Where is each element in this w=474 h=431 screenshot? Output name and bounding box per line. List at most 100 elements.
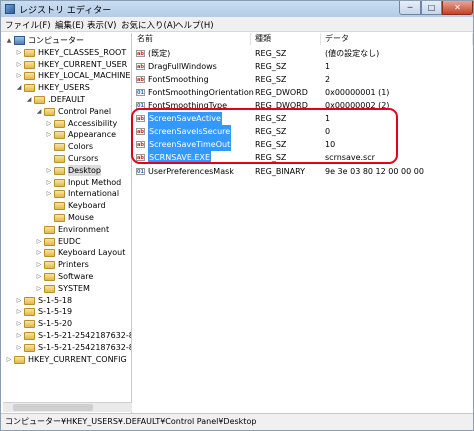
tree-item[interactable]: ▷ Desktop (3, 164, 131, 176)
tree-item[interactable]: Keyboard (3, 200, 131, 211)
tree-item-label: S-1-5-19 (38, 307, 73, 317)
tree-expander-icon[interactable]: ▲ (5, 35, 13, 46)
column-header-data[interactable]: データ (321, 33, 473, 45)
tree-item-label: Appearance (68, 130, 117, 140)
tree-item[interactable]: ▷ Accessibility (3, 118, 131, 129)
tree-expander-icon[interactable]: ▷ (15, 318, 23, 329)
value-row[interactable]: ab DragFullWindows REG_SZ 1 (133, 60, 473, 73)
string-value-icon: ab (136, 63, 145, 70)
tree-item-label: S-1-5-20 (38, 319, 73, 329)
folder-icon (54, 119, 65, 128)
tree-item[interactable]: ◢ HKEY_USERS (3, 82, 131, 93)
value-list[interactable]: 名前 種類 データ ab (既定) REG_SZ (値の設定なし) ab DragFull… (133, 33, 473, 413)
tree-expander-icon[interactable]: ▷ (45, 177, 53, 188)
highlight-annotation (131, 108, 398, 164)
tree-expander-icon[interactable]: ◢ (35, 106, 43, 117)
tree-item[interactable]: ▷ Software (3, 271, 131, 282)
tree-item-label: SYSTEM (58, 283, 90, 293)
tree-item[interactable]: ▷ Printers (3, 259, 131, 270)
folder-icon (44, 225, 55, 234)
folder-icon (24, 48, 35, 57)
tree-item[interactable]: ▷ S-1-5-21-2542187632-823 (3, 342, 131, 353)
tree-expander-icon[interactable]: ▷ (15, 59, 23, 70)
tree-item[interactable]: ▷ HKEY_CURRENT_CONFIG (3, 354, 131, 365)
tree-expander-icon[interactable]: ◢ (15, 82, 23, 93)
tree-item[interactable]: ▷ Keyboard Layout (3, 247, 131, 258)
tree-item-label: Mouse (68, 213, 94, 222)
tree-item[interactable]: Colors (3, 141, 131, 152)
tree-item[interactable]: ▷ HKEY_LOCAL_MACHINE (3, 70, 131, 81)
value-data: 1 (325, 62, 331, 71)
folder-icon (24, 332, 35, 340)
tree-item[interactable]: ▷ SYSTEM (3, 283, 131, 294)
tree-expander-icon[interactable]: ▷ (35, 247, 43, 258)
column-header-name[interactable]: 名前 (133, 33, 251, 45)
tree-item-label: HKEY_CURRENT_USER (38, 59, 128, 69)
menu-view[interactable]: 表示(V) (87, 19, 116, 31)
tree-expander-icon[interactable]: ▷ (5, 354, 13, 365)
tree-item[interactable]: ▷ EUDC (3, 236, 131, 247)
tree-expander-icon[interactable]: ▷ (45, 118, 53, 129)
value-row[interactable]: 01 UserPreferencesMask REG_BINARY 9e 3e 03 … (133, 165, 473, 178)
tree-item[interactable]: ▷ Input Method (3, 177, 131, 188)
folder-icon (44, 107, 55, 116)
tree-expander-icon[interactable]: ▷ (15, 295, 23, 306)
tree-expander-icon[interactable]: ▷ (15, 70, 23, 81)
tree-expander-icon[interactable]: ▷ (35, 271, 43, 282)
column-header-type[interactable]: 種類 (251, 33, 321, 45)
close-button[interactable]: ✕ (442, 1, 473, 15)
value-row[interactable]: 01 FontSmoothingOrientation REG_DWORD 0x000… (133, 86, 473, 99)
tree-item[interactable]: ▷ S-1-5-20 (3, 318, 131, 329)
value-name: FontSmoothingOrientation (148, 88, 254, 97)
tree-item[interactable]: Mouse (3, 212, 131, 223)
tree-expander-icon[interactable]: ▷ (35, 283, 43, 294)
menu-file[interactable]: ファイル(F) (5, 19, 51, 31)
menu-bar: ファイル(F) 編集(E) 表示(V) お気に入り(A) ヘルプ(H) (1, 17, 473, 32)
value-data: 9e 3e 03 80 12 00 00 00 (325, 167, 424, 176)
tree-horizontal-scrollbar[interactable] (3, 402, 132, 412)
tree-item[interactable]: ▷ S-1-5-21-2542187632-823 (3, 330, 131, 341)
tree-item[interactable]: ▷ S-1-5-19 (3, 306, 131, 317)
tree-item[interactable]: ▲ コンピューター (3, 35, 131, 46)
maximize-button[interactable]: □ (421, 1, 442, 15)
string-value-icon: ab (136, 76, 145, 83)
value-data: 2 (325, 75, 331, 84)
tree-item[interactable]: ◢ .DEFAULT (3, 94, 131, 105)
menu-favorites[interactable]: お気に入り(A) (121, 19, 176, 31)
tree-item-label: S-1-5-21-2542187632-823 (38, 342, 131, 352)
folder-icon (44, 273, 55, 281)
tree-expander-icon[interactable]: ◢ (25, 94, 33, 105)
tree-item[interactable]: ▷ HKEY_CLASSES_ROOT (3, 47, 131, 58)
menu-help[interactable]: ヘルプ(H) (175, 19, 214, 31)
tree-item-label: HKEY_CURRENT_CONFIG (28, 354, 127, 364)
value-type: REG_SZ (255, 75, 287, 84)
tree-expander-icon[interactable]: ▷ (45, 129, 53, 140)
folder-icon (54, 214, 65, 222)
tree-expander-icon[interactable]: ▷ (15, 342, 23, 353)
tree-expander-icon[interactable]: ▷ (45, 165, 53, 176)
value-row[interactable]: ab FontSmoothing REG_SZ 2 (133, 73, 473, 86)
folder-icon (54, 131, 65, 140)
tree-expander-icon[interactable]: ▷ (15, 306, 23, 317)
key-tree[interactable]: ▲ コンピューター ▷ HKEY_CLASSES_ROOT ▷ HKEY_CURRENT_… (3, 33, 132, 413)
tree-item[interactable]: Environment (3, 224, 131, 235)
value-row[interactable]: ab (既定) REG_SZ (値の設定なし) (133, 47, 473, 60)
tree-item[interactable]: ▷ International (3, 188, 131, 199)
tree-expander-icon[interactable]: ▷ (35, 259, 43, 270)
tree-item[interactable]: ▷ S-1-5-18 (3, 295, 131, 306)
tree-expander-icon[interactable]: ▷ (35, 236, 43, 247)
tree-item-label: Control Panel (58, 106, 112, 116)
title-bar[interactable]: レジストリ エディター ─ □ ✕ (1, 1, 473, 17)
tree-item-label: .DEFAULT (48, 95, 86, 104)
tree-item[interactable]: ▷ HKEY_CURRENT_USER (3, 59, 131, 70)
tree-item[interactable]: Cursors (3, 153, 131, 164)
tree-expander-icon[interactable]: ▷ (45, 188, 53, 199)
tree-item[interactable]: ▷ Appearance (3, 129, 131, 140)
tree-item[interactable]: ◢ Control Panel (3, 106, 131, 117)
value-name: DragFullWindows (148, 62, 217, 71)
tree-expander-icon[interactable]: ▷ (15, 47, 23, 58)
minimize-button[interactable]: ─ (399, 1, 421, 15)
tree-expander-icon[interactable]: ▷ (15, 330, 23, 341)
scrollbar-thumb[interactable] (13, 404, 93, 411)
menu-edit[interactable]: 編集(E) (55, 19, 84, 31)
